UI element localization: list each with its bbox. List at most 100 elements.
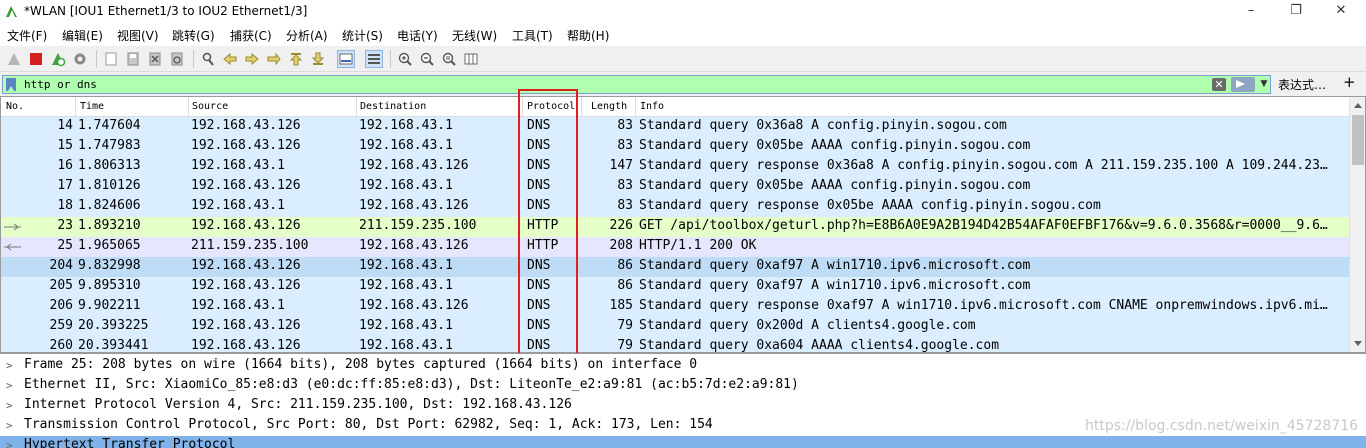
minimize-button[interactable]: – — [1228, 0, 1274, 24]
packet-row[interactable]: 15 1.747983 192.168.43.126 192.168.43.1 DNS 8… — [1, 137, 1349, 157]
expression-button[interactable]: 表达式… — [1278, 76, 1326, 93]
detail-text: Transmission Control Protocol, Src Port:… — [24, 417, 713, 432]
packet-row[interactable]: 14 1.747604 192.168.43.126 192.168.43.1 DNS 8… — [1, 117, 1349, 137]
reload-file-icon[interactable] — [168, 50, 186, 68]
menu-help[interactable]: 帮助(H) — [567, 27, 609, 44]
packet-protocol: DNS — [527, 298, 551, 313]
menu-capture[interactable]: 捕获(C) — [230, 27, 272, 44]
packet-info: Standard query 0x05be AAAA config.pinyin… — [639, 178, 1031, 193]
packet-time: 20.393441 — [78, 338, 149, 353]
detail-row-ethernet[interactable]: > Ethernet II, Src: XiaomiCo_85:e8:d3 (e0… — [0, 376, 1366, 396]
open-file-icon[interactable] — [102, 50, 120, 68]
go-back-icon[interactable] — [221, 50, 239, 68]
packet-info: Standard query response 0x05be AAAA conf… — [639, 198, 1101, 213]
go-forward-icon[interactable] — [243, 50, 261, 68]
packet-time: 1.824606 — [78, 198, 141, 213]
packet-protocol: HTTP — [527, 218, 559, 233]
packet-length: 83 — [617, 138, 633, 153]
packet-row[interactable]: 204 9.832998 192.168.43.126 192.168.43.1 DNS… — [1, 257, 1349, 277]
column-info[interactable]: Info — [640, 101, 664, 112]
close-file-icon[interactable] — [146, 50, 164, 68]
packet-length: 86 — [617, 258, 633, 273]
display-filter-bar: http or dns ✕ ▼ 表达式… + — [0, 72, 1366, 96]
menu-telephony[interactable]: 电话(Y) — [397, 27, 438, 44]
auto-scroll-icon[interactable] — [337, 50, 355, 68]
column-destination[interactable]: Destination — [360, 101, 426, 112]
packet-destination: 192.168.43.1 — [359, 178, 453, 193]
go-to-packet-icon[interactable] — [265, 50, 283, 68]
menu-analyze[interactable]: 分析(A) — [286, 27, 328, 44]
capture-options-icon[interactable] — [71, 50, 89, 68]
resize-columns-icon[interactable] — [462, 50, 480, 68]
detail-row-frame[interactable]: > Frame 25: 208 bytes on wire (1664 bits)… — [0, 356, 1366, 376]
column-no[interactable]: No. — [6, 101, 24, 112]
clear-filter-icon[interactable]: ✕ — [1212, 78, 1226, 91]
packet-info: Standard query response 0x36a8 A config.… — [639, 158, 1328, 173]
packet-row[interactable]: 206 9.902211 192.168.43.1 192.168.43.126 DNS… — [1, 297, 1349, 317]
expand-arrow-icon[interactable]: > — [6, 379, 13, 392]
packet-length: 79 — [617, 338, 633, 353]
expand-arrow-icon[interactable]: > — [6, 399, 13, 412]
filter-value[interactable]: http or dns — [24, 78, 97, 91]
packet-row[interactable]: 16 1.806313 192.168.43.1 192.168.43.126 DNS 1… — [1, 157, 1349, 177]
expand-arrow-icon[interactable]: > — [6, 439, 13, 448]
display-filter-input[interactable]: http or dns ✕ ▼ — [2, 75, 1271, 94]
packet-source: 192.168.43.1 — [191, 158, 285, 173]
stop-capture-icon[interactable] — [27, 50, 45, 68]
save-file-icon[interactable] — [124, 50, 142, 68]
expand-arrow-icon[interactable]: > — [6, 359, 13, 372]
find-packet-icon[interactable] — [199, 50, 217, 68]
packet-info: Standard query 0xa604 AAAA clients4.goog… — [639, 338, 1000, 353]
zoom-out-icon[interactable] — [418, 50, 436, 68]
last-packet-icon[interactable] — [309, 50, 327, 68]
packet-time: 9.895310 — [78, 278, 141, 293]
menu-statistics[interactable]: 统计(S) — [342, 27, 383, 44]
filter-history-chevron-icon[interactable]: ▼ — [1258, 78, 1270, 91]
packet-length: 185 — [609, 298, 633, 313]
packet-time: 20.393225 — [78, 318, 149, 333]
normal-size-icon[interactable] — [440, 50, 458, 68]
first-packet-icon[interactable] — [287, 50, 305, 68]
column-length[interactable]: Length — [591, 101, 627, 112]
detail-row-http[interactable]: > Hypertext Transfer Protocol — [0, 436, 1366, 448]
colorize-icon[interactable] — [365, 50, 383, 68]
packet-protocol: DNS — [527, 258, 551, 273]
column-source[interactable]: Source — [192, 101, 228, 112]
packet-row[interactable]: 23 1.893210 192.168.43.126 211.159.235.100 H… — [1, 217, 1349, 237]
packet-row[interactable]: 25 1.965065 211.159.235.100 192.168.43.126 H… — [1, 237, 1349, 257]
add-filter-button[interactable]: + — [1343, 73, 1356, 91]
zoom-in-icon[interactable] — [396, 50, 414, 68]
packet-time: 1.893210 — [78, 218, 141, 233]
scroll-up-icon[interactable] — [1354, 103, 1362, 108]
packet-row[interactable]: 18 1.824606 192.168.43.1 192.168.43.126 DNS 8… — [1, 197, 1349, 217]
packet-row[interactable]: 205 9.895310 192.168.43.126 192.168.43.1 DNS… — [1, 277, 1349, 297]
expand-arrow-icon[interactable]: > — [6, 419, 13, 432]
packet-no: 204 — [49, 258, 73, 273]
filter-bookmark-icon[interactable] — [6, 78, 16, 91]
shark-fin-start-icon[interactable] — [5, 50, 23, 68]
maximize-button[interactable]: ❐ — [1273, 0, 1319, 24]
scroll-down-icon[interactable] — [1354, 341, 1362, 346]
menu-file[interactable]: 文件(F) — [7, 27, 47, 44]
menu-edit[interactable]: 编辑(E) — [62, 27, 103, 44]
column-time[interactable]: Time — [80, 101, 104, 112]
restart-capture-icon[interactable] — [49, 50, 67, 68]
detail-text: Internet Protocol Version 4, Src: 211.15… — [24, 397, 572, 412]
packet-destination: 192.168.43.1 — [359, 278, 453, 293]
detail-row-ip[interactable]: > Internet Protocol Version 4, Src: 211.1… — [0, 396, 1366, 416]
wireshark-logo-icon — [6, 6, 17, 17]
menu-tools[interactable]: 工具(T) — [512, 27, 553, 44]
close-button[interactable]: ✕ — [1318, 0, 1364, 24]
scroll-thumb[interactable] — [1352, 115, 1364, 165]
packet-source: 211.159.235.100 — [191, 238, 309, 253]
menu-view[interactable]: 视图(V) — [117, 27, 159, 44]
menu-wireless[interactable]: 无线(W) — [452, 27, 497, 44]
packet-protocol: DNS — [527, 118, 551, 133]
apply-filter-icon[interactable] — [1231, 77, 1255, 92]
column-protocol[interactable]: Protocol — [527, 101, 575, 112]
packet-list-scrollbar[interactable] — [1349, 97, 1365, 352]
packet-row[interactable]: 260 20.393441 192.168.43.126 192.168.43.1 DN… — [1, 337, 1349, 353]
packet-row[interactable]: 17 1.810126 192.168.43.126 192.168.43.1 DNS 8… — [1, 177, 1349, 197]
packet-row[interactable]: 259 20.393225 192.168.43.126 192.168.43.1 DN… — [1, 317, 1349, 337]
menu-go[interactable]: 跳转(G) — [172, 27, 215, 44]
